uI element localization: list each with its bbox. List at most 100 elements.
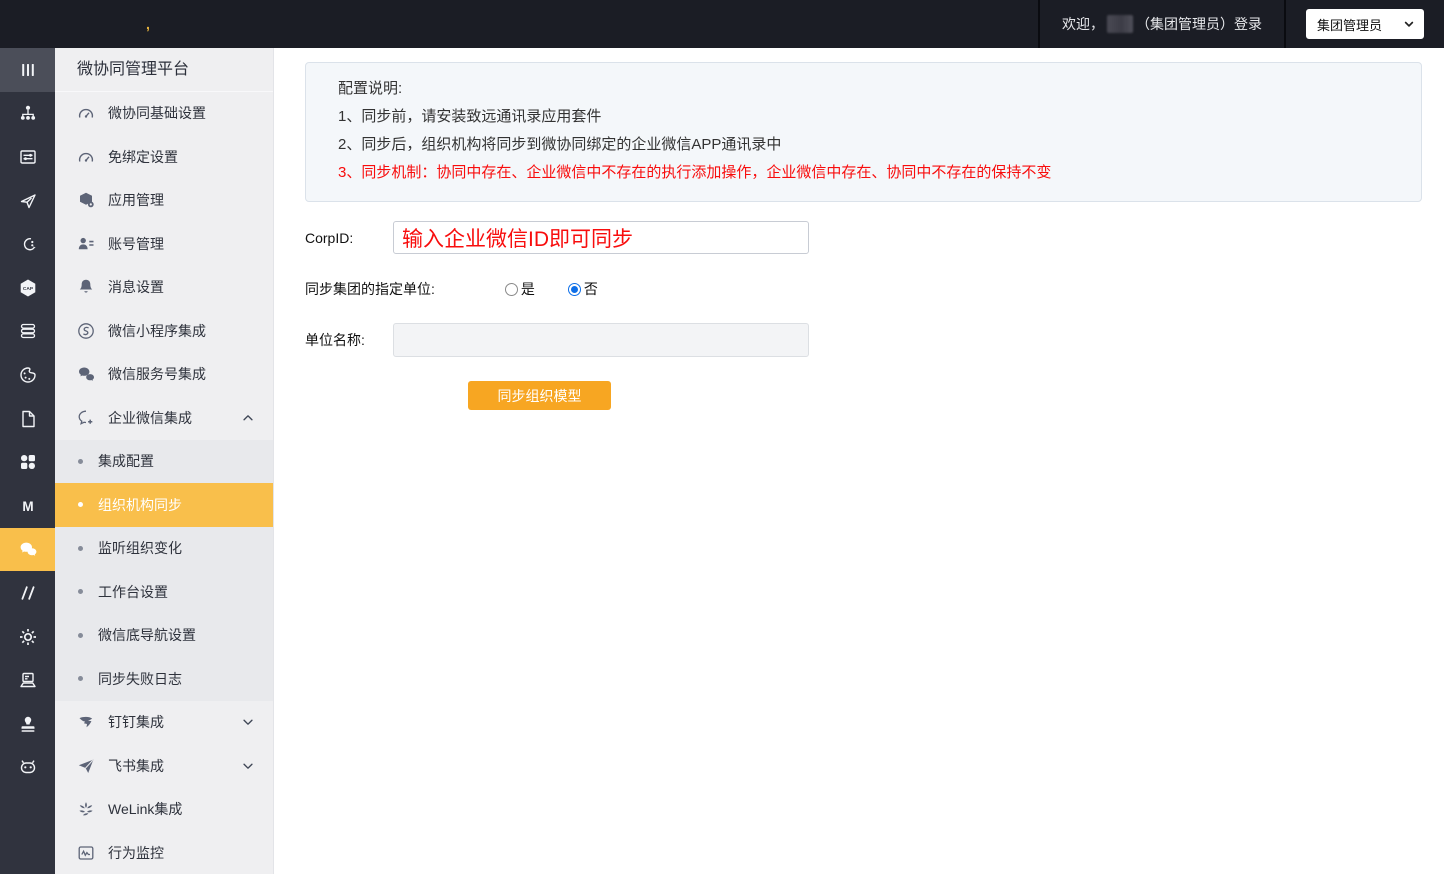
rail-item[interactable] <box>0 222 55 266</box>
feishu-icon <box>77 757 95 775</box>
sidebar-item-label: 行为监控 <box>108 844 164 861</box>
sidebar-item[interactable]: 钉钉集成 <box>55 701 273 745</box>
gauge-icon <box>77 104 95 122</box>
sidebar-subitem[interactable]: 同步失败日志 <box>55 657 273 701</box>
radio-yes-label: 是 <box>520 281 535 297</box>
rail-item[interactable] <box>0 48 55 92</box>
config-notice-panel: 配置说明: 1、同步前，请安装致远通讯录应用套件 2、同步后，组织机构将同步到微… <box>305 62 1422 202</box>
palette-icon <box>18 365 38 385</box>
svg-text:M: M <box>22 499 33 514</box>
role-select-wrap: 集团管理员 <box>1284 0 1444 48</box>
rail-item[interactable]: M <box>0 484 55 528</box>
corpid-label: CorpID: <box>305 229 354 246</box>
cursor-arrow-icon <box>18 191 38 211</box>
cap-badge-icon: CAP <box>18 278 38 298</box>
icon-rail: CAP M <box>0 48 55 874</box>
wechat-icon <box>18 539 38 559</box>
menu-bars-icon <box>18 60 38 80</box>
rail-item[interactable] <box>0 658 55 702</box>
chevron-down-icon <box>1403 18 1415 30</box>
robot-icon <box>18 757 38 777</box>
sidebar-subitem[interactable]: 监听组织变化 <box>55 527 273 571</box>
sync-form: CorpID: 同步集团的指定单位: 是 否 单位名称: 同步组织模型 <box>305 221 1444 410</box>
sidebar-item-label: 微信服务号集成 <box>108 366 206 383</box>
cube-gear-icon <box>77 191 95 209</box>
sidebar-item-label: 消息设置 <box>108 279 164 296</box>
sidebar-subitem-active[interactable]: 组织机构同步 <box>55 483 273 527</box>
rail-item[interactable] <box>0 179 55 223</box>
rail-item[interactable] <box>0 440 55 484</box>
sync-org-model-button[interactable]: 同步组织模型 <box>468 381 611 410</box>
notice-line: 2、同步后，组织机构将同步到微协同绑定的企业微信APP通讯录中 <box>338 136 782 153</box>
sidebar-item-label: 微信小程序集成 <box>108 322 206 339</box>
dingtalk-icon <box>77 713 95 731</box>
sidebar-item-label: 应用管理 <box>108 192 164 209</box>
rail-item[interactable] <box>0 615 55 659</box>
radio-option-no[interactable]: 否 <box>567 279 598 299</box>
rail-item[interactable] <box>0 527 55 572</box>
unit-name-input[interactable] <box>393 323 809 357</box>
radio-option-yes[interactable]: 是 <box>504 279 535 299</box>
corpid-input[interactable] <box>393 221 809 254</box>
rail-item[interactable] <box>0 310 55 354</box>
flow-link-icon <box>18 234 38 254</box>
corpid-row: CorpID: <box>305 221 1444 254</box>
chevron-down-icon <box>241 759 255 773</box>
sidebar-item[interactable]: 应用管理 <box>55 179 273 223</box>
radio-no-icon[interactable] <box>567 282 581 296</box>
sync-unit-label: 同步集团的指定单位: <box>305 281 435 297</box>
welink-icon <box>77 800 95 818</box>
welcome-suffix: （集团管理员）登录 <box>1136 16 1262 32</box>
bullet-icon <box>78 545 83 551</box>
logo-mark: , <box>146 16 150 32</box>
sidebar-item[interactable]: 免绑定设置 <box>55 135 273 179</box>
document-icon <box>18 409 38 429</box>
sidebar-item[interactable]: 行为监控 <box>55 831 273 874</box>
org-chart-icon <box>18 103 38 123</box>
sidebar-subitem[interactable]: 集成配置 <box>55 440 273 484</box>
sidebar-item-label: WeLink集成 <box>108 801 183 818</box>
notice-line-red: 3、同步机制：协同中存在、企业微信中不存在的执行添加操作，企业微信中存在、协同中… <box>338 164 1052 181</box>
stamp-icon <box>18 714 38 734</box>
role-select-value: 集团管理员 <box>1317 17 1383 33</box>
sidebar-subitem[interactable]: 微信底导航设置 <box>55 614 273 658</box>
rail-item[interactable] <box>0 353 55 397</box>
rail-item[interactable] <box>0 135 55 179</box>
sidebar-item[interactable]: 微信服务号集成 <box>55 353 273 397</box>
sidebar-subitem-label: 同步失败日志 <box>98 670 182 687</box>
role-select[interactable]: 集团管理员 <box>1306 9 1424 39</box>
sidebar-item-label: 微协同基础设置 <box>108 105 206 122</box>
rail-item[interactable] <box>0 92 55 136</box>
rail-item[interactable] <box>0 702 55 746</box>
stack-icon <box>18 321 38 341</box>
sidebar-subitem[interactable]: 工作台设置 <box>55 570 273 614</box>
sidebar-item[interactable]: 微信小程序集成 <box>55 309 273 353</box>
rail-item[interactable] <box>0 571 55 615</box>
sidebar-subitem-label: 工作台设置 <box>98 583 168 600</box>
sidebar-item[interactable]: 账号管理 <box>55 222 273 266</box>
letter-m-icon: M <box>18 496 38 516</box>
topbar: , 欢迎， （集团管理员）登录 集团管理员 <box>0 0 1444 48</box>
rail-item[interactable] <box>0 397 55 441</box>
notice-line: 1、同步前，请安装致远通讯录应用套件 <box>338 108 602 125</box>
sidebar-item[interactable]: 微协同基础设置 <box>55 92 273 136</box>
bell-icon <box>77 278 95 296</box>
svg-text:CAP: CAP <box>22 286 33 292</box>
app-logo: , <box>30 0 150 48</box>
radio-yes-icon[interactable] <box>504 282 518 296</box>
bullet-icon <box>78 458 83 464</box>
radio-no-label: 否 <box>583 281 598 297</box>
sidebar-item[interactable]: WeLink集成 <box>55 788 273 832</box>
rail-item[interactable]: CAP <box>0 266 55 310</box>
gear-icon <box>18 627 38 647</box>
user-list-icon <box>77 235 95 253</box>
sync-unit-row: 同步集团的指定单位: 是 否 <box>305 279 1444 299</box>
sidebar-item[interactable]: 消息设置 <box>55 266 273 310</box>
button-row: 同步组织模型 <box>305 381 1444 410</box>
sidebar-subitem-label: 微信底导航设置 <box>98 627 196 644</box>
bullet-icon <box>78 589 83 595</box>
app-logo-blurred <box>30 12 144 36</box>
rail-item[interactable] <box>0 746 55 790</box>
sidebar-item[interactable]: 飞书集成 <box>55 744 273 788</box>
sidebar-item[interactable]: 企业微信集成 <box>55 396 273 440</box>
